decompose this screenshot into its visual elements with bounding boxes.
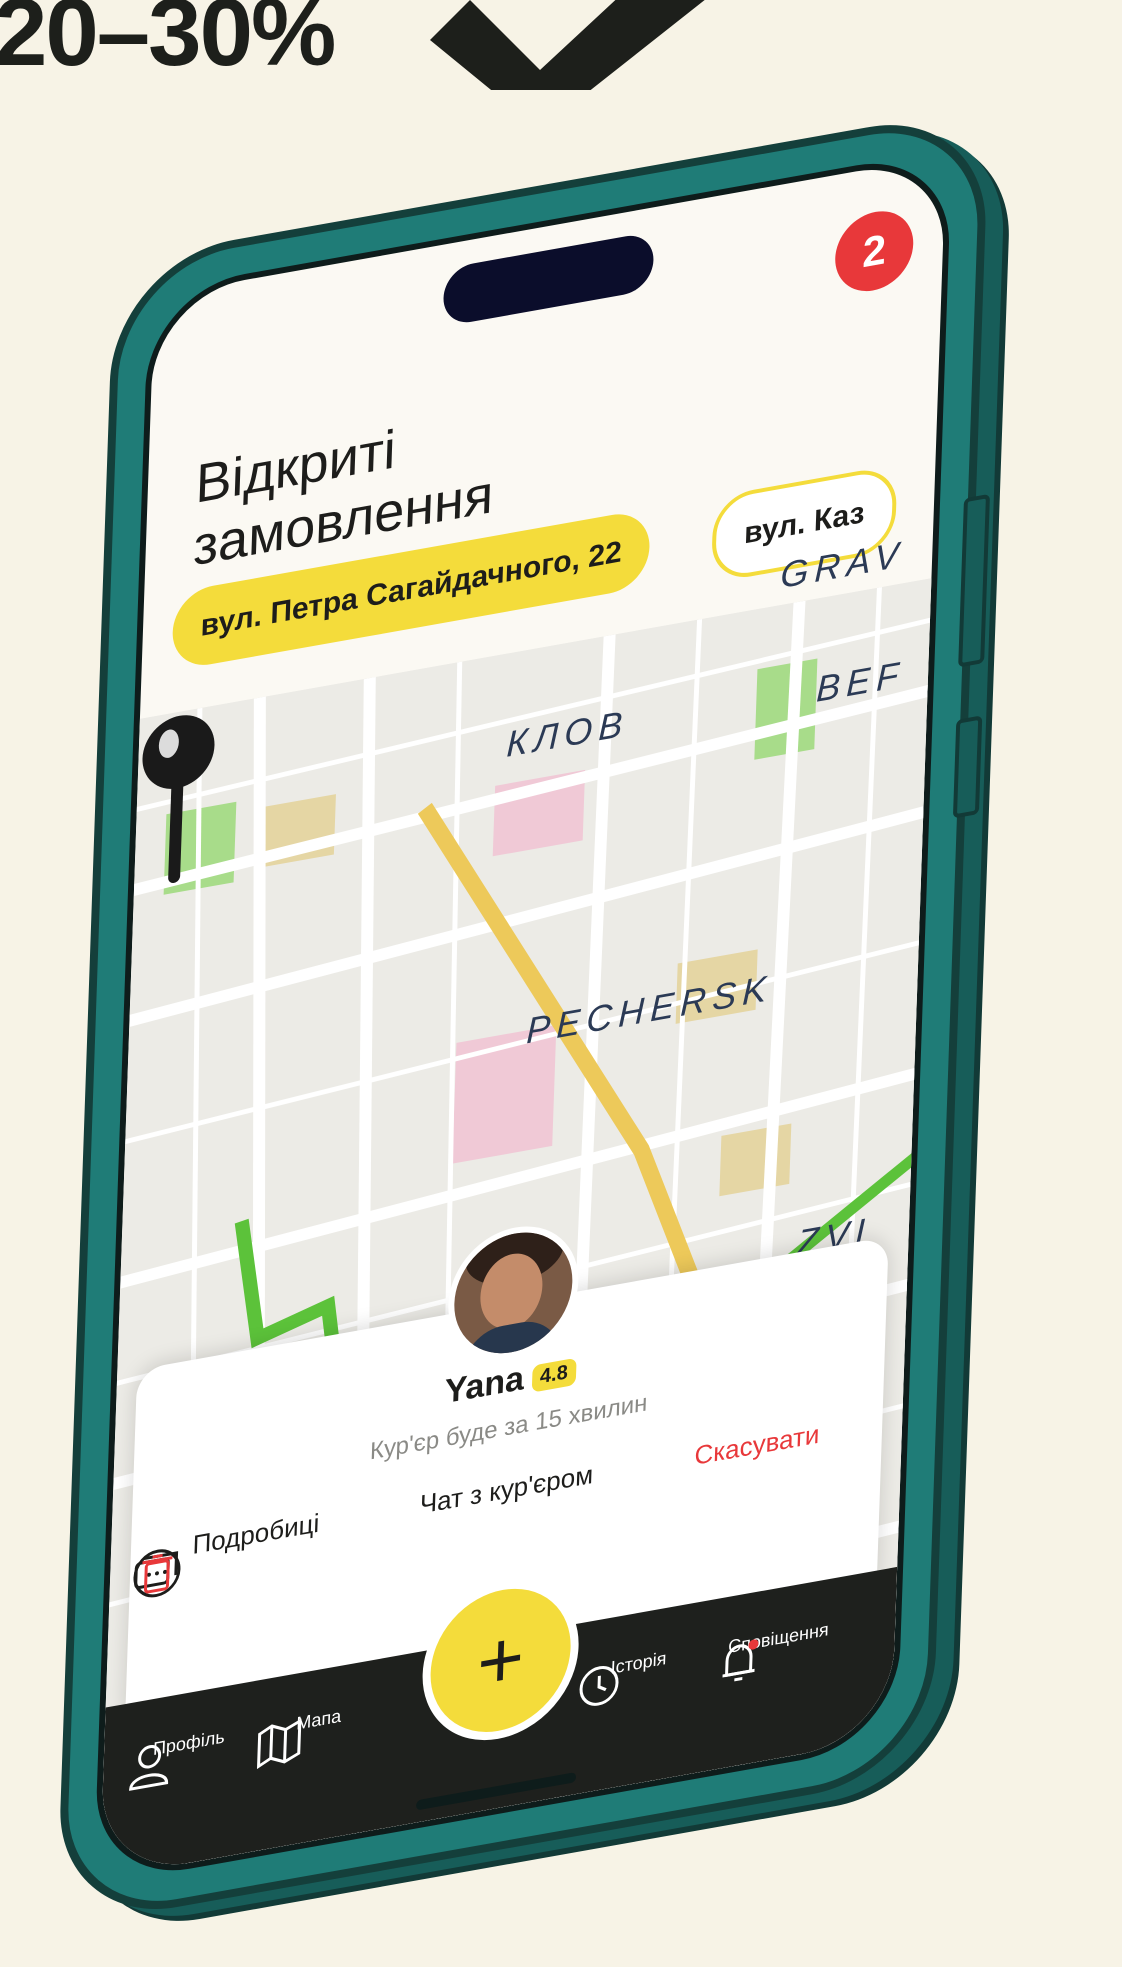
plus-icon: +	[475, 1610, 526, 1709]
cancel-label: Скасувати	[694, 1418, 821, 1471]
bell-icon	[722, 1639, 759, 1682]
courier-rating-badge: 4.8	[531, 1357, 577, 1393]
trash-icon	[142, 1553, 173, 1594]
history-icon	[579, 1665, 619, 1706]
side-button	[958, 493, 990, 668]
cancel-order-button[interactable]: Скасувати	[142, 1412, 857, 1599]
side-button	[952, 715, 983, 819]
nav-history[interactable]: Історія	[573, 1641, 704, 1706]
map-view[interactable]: GRAV КЛОВ BEF PECHERSK ZVI Yana 4.8 Кур'…	[98, 533, 953, 1886]
chat-label: Чат з кур'єром	[419, 1458, 594, 1520]
notification-count-badge[interactable]: 2	[833, 205, 915, 298]
details-label: Подробиці	[192, 1507, 320, 1561]
home-indicator	[415, 1772, 577, 1811]
map-icon	[256, 1718, 302, 1770]
phone-mockup: 2 Відкриті замовлення вул. Петра Сагайда…	[56, 0, 999, 1929]
app-screen: 2 Відкриті замовлення вул. Петра Сагайда…	[93, 148, 953, 1886]
nav-profile[interactable]: Профіль	[124, 1721, 255, 1791]
nav-notifications[interactable]: Сповіщення	[713, 1616, 844, 1682]
nav-map[interactable]: Мапа	[253, 1698, 384, 1770]
phone-frame: 2 Відкриті замовлення вул. Петра Сагайда…	[56, 105, 990, 1929]
map-pin-icon[interactable]	[134, 705, 220, 900]
dynamic-island	[442, 231, 655, 327]
courier-name: Yana	[444, 1358, 525, 1412]
profile-icon	[129, 1744, 169, 1791]
